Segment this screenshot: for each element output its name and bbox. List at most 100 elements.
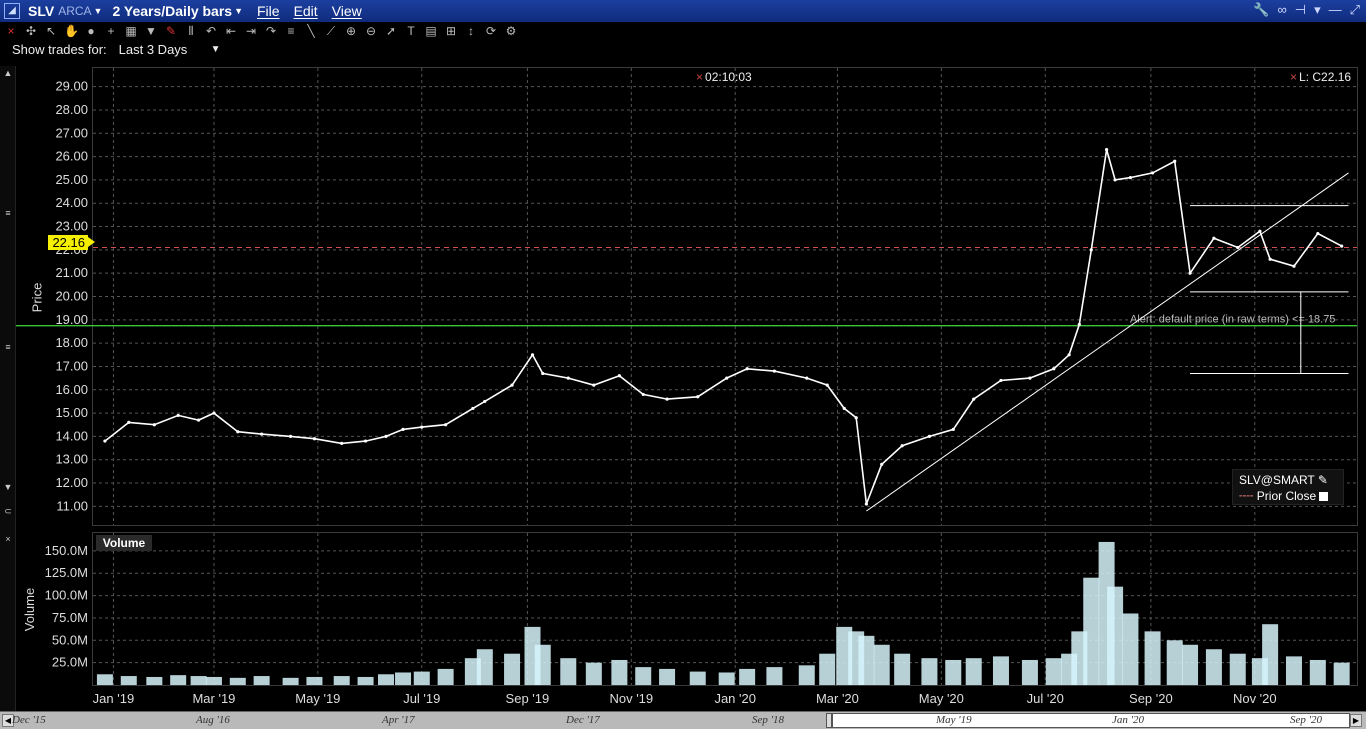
volume-bar: [1045, 658, 1062, 685]
volume-bar: [378, 674, 395, 685]
close-icon: ×: [1290, 70, 1298, 84]
volume-bar: [253, 676, 270, 685]
price-tick-label: 23.00: [55, 219, 88, 234]
range-lines: [1190, 205, 1349, 374]
volume-tick-label: 25.0M: [52, 655, 88, 670]
price-tick-label: 13.00: [55, 452, 88, 467]
volume-bar: [659, 668, 676, 685]
time-navigator[interactable]: ◀ ▶ Dec '15 Aug '16 Apr '17 Dec '17 Sep …: [0, 711, 1366, 729]
time-tick-label: Nov '20: [1233, 691, 1277, 706]
last-price-text: L: C22.16: [1299, 70, 1352, 84]
navigator-tick: Dec '15: [12, 714, 46, 726]
navigator-tick: Jan '20: [1112, 714, 1144, 726]
volume-tick-label: 150.0M: [45, 543, 88, 558]
volume-bar: [739, 668, 756, 685]
volume-bar: [819, 653, 836, 685]
legend-prior-close[interactable]: ╌╌ Prior Close: [1239, 489, 1329, 503]
volume-tick-labels: 25.0M 50.0M 75.0M 100.0M 125.0M 150.0M: [45, 543, 88, 670]
price-point: [900, 444, 904, 448]
volume-bar: [992, 656, 1009, 685]
price-point: [1028, 376, 1032, 380]
price-point: [725, 376, 729, 380]
price-tick-label: 15.00: [55, 405, 88, 420]
price-point: [103, 439, 107, 443]
volume-bar: [190, 676, 207, 685]
checkbox-icon[interactable]: [1319, 492, 1329, 501]
price-point: [289, 434, 293, 438]
volume-bar: [560, 658, 577, 685]
volume-bar: [1229, 653, 1246, 685]
price-tick-label: 19.00: [55, 312, 88, 327]
volume-bar: [205, 676, 222, 685]
volume-bar: [1182, 644, 1199, 685]
time-axis-labels: Jan '19 Mar '19 May '19 Jul '19 Sep '19 Nov '…: [93, 691, 1277, 706]
navigator-tick: Apr '17: [382, 714, 415, 726]
time-tick-label: Sep '20: [1129, 691, 1173, 706]
volume-bar: [120, 676, 137, 685]
navigator-tick: Dec '17: [566, 714, 600, 726]
price-point: [127, 420, 131, 425]
price-point: [805, 376, 809, 380]
legend-title[interactable]: SLV@SMART ✎: [1239, 473, 1328, 487]
settings-icon[interactable]: ✎: [1318, 473, 1328, 487]
price-point: [972, 397, 976, 401]
price-tick-label: 20.00: [55, 289, 88, 304]
price-point: [260, 432, 264, 436]
price-point: [1128, 175, 1133, 180]
price-point: [665, 397, 669, 401]
volume-header[interactable]: Volume: [96, 535, 152, 551]
close-icon: ×: [696, 70, 704, 84]
time-tick-label: May '20: [919, 691, 964, 706]
volume-bar: [635, 667, 652, 685]
price-point: [880, 462, 884, 466]
scroll-right-icon[interactable]: ▶: [1350, 714, 1362, 727]
time-note: × 02:10:03: [696, 70, 752, 84]
last-price-label: × L: C22.16: [1290, 70, 1351, 84]
price-point: [854, 416, 858, 420]
price-tick-label: 16.00: [55, 382, 88, 397]
price-point: [1089, 248, 1093, 252]
price-point: [541, 371, 545, 376]
legend-title-text: SLV@SMART: [1239, 473, 1315, 487]
price-point: [1173, 159, 1177, 163]
volume-bar: [611, 659, 628, 685]
price-tick-labels: 11.00 12.00 13.00 14.00 15.00 16.00 17.00 18.00…: [55, 79, 88, 514]
trendline: [866, 172, 1349, 512]
price-point: [420, 425, 424, 429]
price-point: [530, 353, 535, 357]
price-point: [617, 374, 621, 378]
price-point: [592, 383, 596, 387]
volume-tick-label: 125.0M: [45, 565, 88, 580]
price-volume-chart[interactable]: 11.00 12.00 13.00 14.00 15.00 16.00 17.00 18.00…: [0, 0, 1366, 711]
price-tick-label: 21.00: [55, 265, 88, 280]
price-point: [1340, 244, 1344, 248]
volume-bar: [585, 662, 602, 685]
price-point: [176, 413, 180, 418]
price-point: [510, 383, 514, 387]
price-points: [103, 148, 1344, 506]
volume-bar: [534, 644, 551, 685]
price-point: [444, 423, 448, 427]
price-tick-label: 14.00: [55, 428, 88, 443]
volume-tick-label: 100.0M: [45, 588, 88, 603]
navigator-tick: Sep '18: [752, 714, 784, 726]
volume-bar: [96, 674, 113, 685]
time-tick-label: Jul '19: [403, 691, 440, 706]
volume-bar: [965, 658, 982, 685]
legend-box: SLV@SMART ✎ ╌╌ Prior Close: [1232, 469, 1344, 505]
volume-bars: [96, 541, 1350, 685]
time-tick-label: Mar '20: [816, 691, 859, 706]
volume-bar: [306, 676, 323, 685]
volume-bar: [1122, 613, 1139, 685]
navigator-window[interactable]: [832, 713, 1350, 728]
price-point: [212, 411, 216, 415]
volume-bar: [766, 667, 783, 685]
price-tick-label: 28.00: [55, 102, 88, 117]
volume-bar: [873, 644, 890, 685]
price-point: [471, 406, 475, 411]
volume-bar: [1107, 586, 1124, 685]
volume-bar: [476, 649, 493, 685]
volume-bar: [170, 675, 187, 685]
price-point: [236, 430, 240, 434]
price-tick-label: 26.00: [55, 149, 88, 164]
